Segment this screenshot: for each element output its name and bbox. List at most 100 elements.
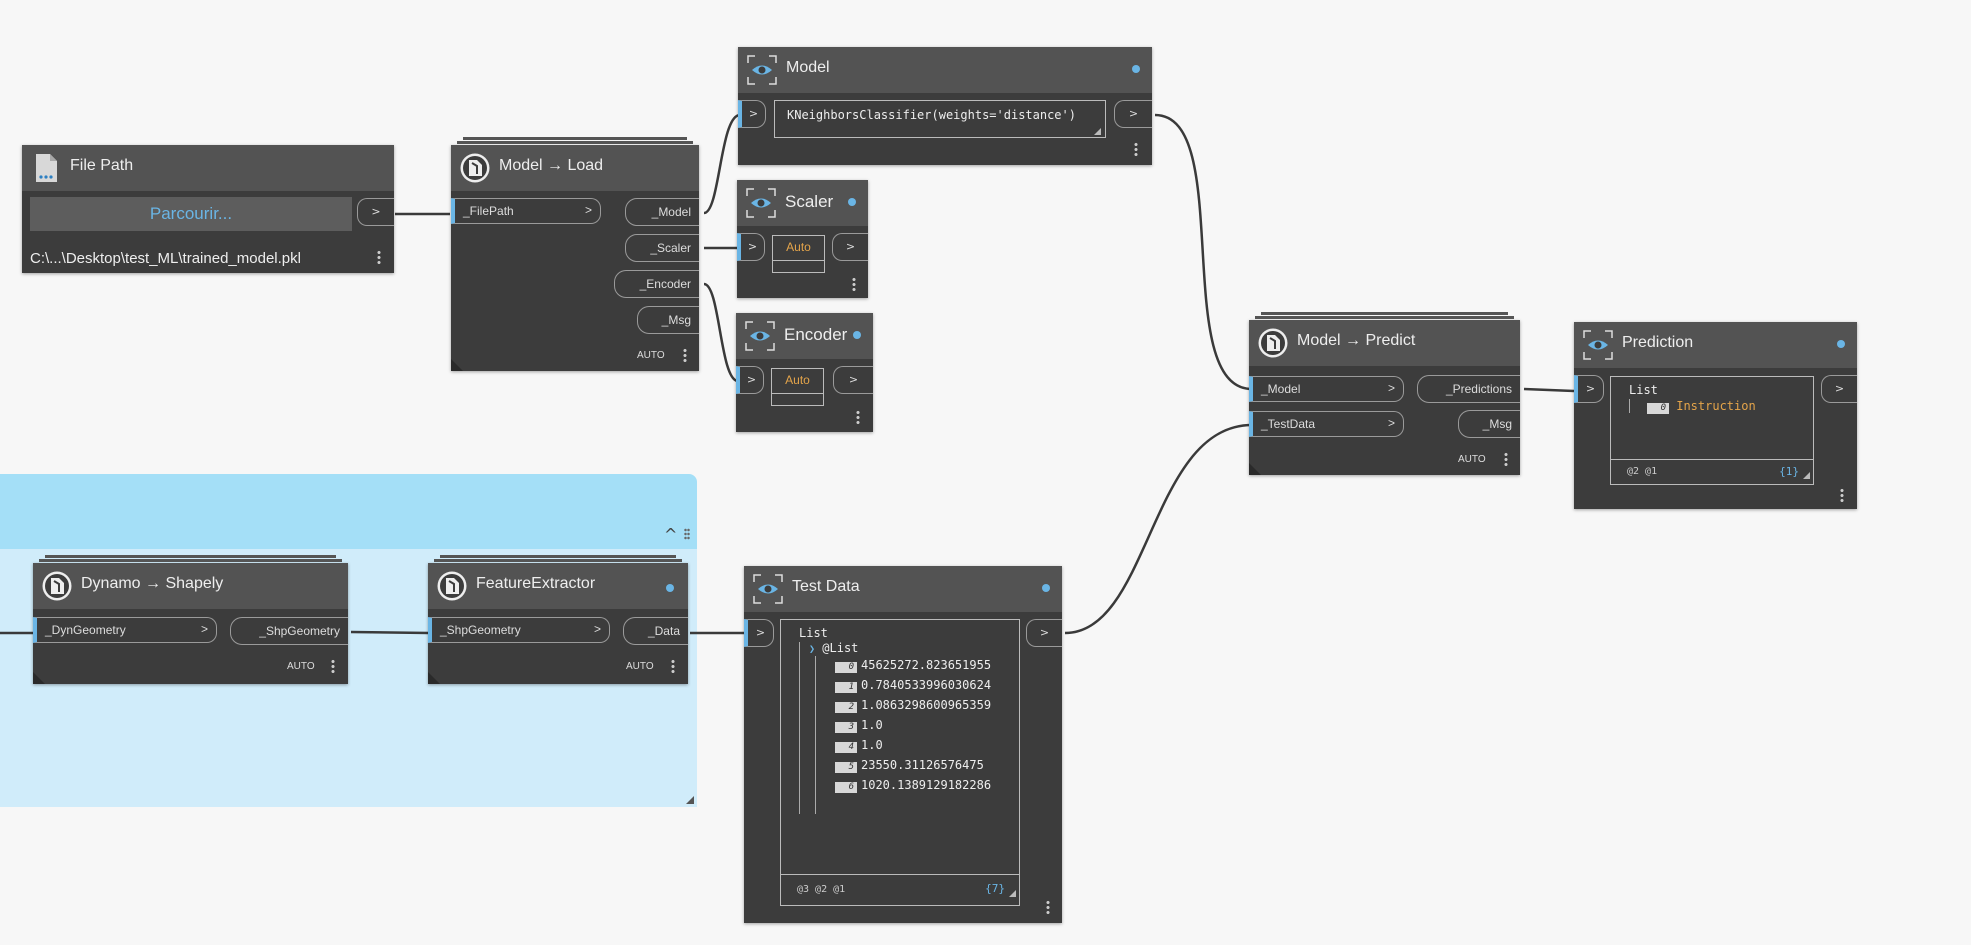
node-header[interactable] xyxy=(1574,322,1857,368)
encoder-value-box: Auto xyxy=(771,368,824,406)
file-icon xyxy=(36,154,57,182)
resize-grip-icon[interactable] xyxy=(1009,890,1016,897)
data-output-port[interactable]: _Data xyxy=(623,617,688,645)
tree-line xyxy=(799,642,800,814)
sublist-row[interactable]: ❯ @List xyxy=(809,641,858,655)
model-load-node[interactable]: Model → Load _FilePath > _Model _Scaler _… xyxy=(451,137,699,371)
list-levels: @3 @2 @1 xyxy=(797,884,846,895)
wire-shapely-to-extractor xyxy=(350,630,430,635)
node-stack-edge xyxy=(434,559,682,562)
list-item: 0 Instruction xyxy=(1647,399,1756,414)
node-menu-icon[interactable] xyxy=(377,250,381,264)
node-menu-icon[interactable] xyxy=(1504,452,1508,466)
test-data-output-port[interactable]: > xyxy=(1026,619,1062,647)
node-stack-edge xyxy=(440,555,676,558)
prediction-watch-output-port[interactable]: > xyxy=(1821,375,1857,403)
list-index: 0 xyxy=(1647,403,1669,414)
scaler-value-text: Auto xyxy=(773,236,824,261)
encoder-value-text: Auto xyxy=(772,369,823,394)
dynamo-shapely-node[interactable]: Dynamo → Shapely _DynGeometry > _ShpGeome… xyxy=(33,555,348,684)
list-item: 1 0.7840533996030624 xyxy=(835,678,991,693)
status-dot xyxy=(848,198,856,206)
feature-extractor-node[interactable]: FeatureExtractor _ShpGeometry > _Data AUT… xyxy=(428,555,688,684)
model-watch-input-port[interactable]: > xyxy=(738,100,766,128)
node-menu-icon[interactable] xyxy=(852,277,856,291)
list-index: 6 xyxy=(835,782,857,793)
list-levels: @2 @1 xyxy=(1627,466,1658,477)
status-dot xyxy=(1837,340,1845,348)
encoder-watch-node[interactable]: Encoder > Auto > xyxy=(736,313,873,432)
browse-button[interactable]: Parcourir... xyxy=(30,197,352,231)
lacing-label[interactable]: AUTO xyxy=(1458,454,1486,465)
file-path-node[interactable]: File Path Parcourir... > C:\...\Desktop\… xyxy=(22,145,394,273)
list-count: {7} xyxy=(985,882,1005,895)
encoder-output-port[interactable]: _Encoder xyxy=(614,270,699,298)
node-corner xyxy=(428,672,440,684)
list-item: 5 23550.31126576475 xyxy=(835,758,984,773)
watch-eye-icon xyxy=(753,574,783,604)
lacing-label[interactable]: AUTO xyxy=(626,661,654,672)
list-item: 2 1.0863298600965359 xyxy=(835,698,991,713)
list-value: 0.7840533996030624 xyxy=(861,678,992,692)
file-path-output-port[interactable]: > xyxy=(357,198,394,226)
node-menu-icon[interactable] xyxy=(331,659,335,673)
port-label: _Model xyxy=(1261,382,1301,396)
wire-model-to-watch xyxy=(703,113,741,215)
predictions-output-port[interactable]: _Predictions xyxy=(1417,375,1520,403)
python-script-icon xyxy=(1258,328,1288,358)
list-label: List xyxy=(799,626,828,640)
node-title: Encoder xyxy=(784,325,848,344)
node-menu-icon[interactable] xyxy=(683,348,687,362)
scaler-watch-input-port[interactable]: > xyxy=(737,233,765,261)
model-input-port[interactable]: _Model > xyxy=(1249,376,1404,402)
watch-eye-icon xyxy=(1583,330,1613,360)
test-data-watch-node[interactable]: Test Data > List ❯ @List 0 45625272.82365… xyxy=(744,566,1062,923)
scaler-watch-output-port[interactable]: > xyxy=(832,233,868,261)
model-output-port[interactable]: _Model xyxy=(625,198,699,226)
dyngeometry-input-port[interactable]: _DynGeometry > xyxy=(33,617,217,643)
port-label: _FilePath xyxy=(463,204,514,218)
testdata-input-port[interactable]: _TestData > xyxy=(1249,411,1404,437)
model-watch-node[interactable]: Model > KNeighborsClassifier(weights='di… xyxy=(738,47,1152,165)
python-script-icon xyxy=(437,571,467,601)
scaler-value-box: Auto xyxy=(772,235,825,273)
node-menu-icon[interactable] xyxy=(1046,900,1050,914)
node-corner xyxy=(451,359,463,371)
lacing-label[interactable]: AUTO xyxy=(287,661,315,672)
node-corner xyxy=(1249,463,1261,475)
scaler-output-port[interactable]: _Scaler xyxy=(625,234,699,262)
list-footer: @3 @2 @1 {7} xyxy=(781,874,1019,905)
test-data-list-view[interactable]: List ❯ @List 0 45625272.823651955 1 0.78405… xyxy=(780,619,1020,906)
port-chevron: > xyxy=(593,622,601,636)
python-script-icon xyxy=(460,153,490,183)
filepath-input-port[interactable]: _FilePath > xyxy=(451,198,601,224)
scaler-watch-node[interactable]: Scaler > Auto > xyxy=(737,180,868,298)
graph-canvas[interactable]: ^ File Path Parcourir... > C:\...\Deskto… xyxy=(0,0,1971,945)
node-menu-icon[interactable] xyxy=(856,410,860,424)
shpgeometry-input-port[interactable]: _ShpGeometry > xyxy=(428,617,610,643)
status-dot xyxy=(1132,65,1140,73)
model-watch-output-port[interactable]: > xyxy=(1114,100,1152,128)
node-menu-icon[interactable] xyxy=(1840,488,1844,502)
list-item: 3 1.0 xyxy=(835,718,883,733)
msg-output-port[interactable]: _Msg xyxy=(1458,410,1520,438)
test-data-input-port[interactable]: > xyxy=(744,619,774,647)
list-item: 4 1.0 xyxy=(835,738,883,753)
encoder-watch-output-port[interactable]: > xyxy=(833,366,873,394)
encoder-watch-input-port[interactable]: > xyxy=(736,366,764,394)
list-count: {1} xyxy=(1779,465,1799,478)
model-predict-node[interactable]: Model → Predict _Model > _TestData > _Pred… xyxy=(1249,312,1520,475)
prediction-watch-node[interactable]: Prediction > List 0 Instruction @2 @1 {1… xyxy=(1574,322,1857,509)
expand-chevron-icon[interactable]: ❯ xyxy=(809,644,815,655)
node-title: Test Data xyxy=(792,578,860,595)
node-menu-icon[interactable] xyxy=(1134,142,1138,156)
node-menu-icon[interactable] xyxy=(671,659,675,673)
node-stack-edge xyxy=(1261,312,1508,315)
resize-grip-icon[interactable] xyxy=(1803,472,1810,479)
msg-output-port[interactable]: _Msg xyxy=(637,306,699,334)
lacing-label[interactable]: AUTO xyxy=(637,350,665,361)
prediction-list-view[interactable]: List 0 Instruction @2 @1 {1} xyxy=(1610,376,1814,485)
resize-grip-icon[interactable] xyxy=(1094,128,1101,135)
shpgeometry-output-port[interactable]: _ShpGeometry xyxy=(230,617,348,645)
prediction-watch-input-port[interactable]: > xyxy=(1574,375,1604,403)
